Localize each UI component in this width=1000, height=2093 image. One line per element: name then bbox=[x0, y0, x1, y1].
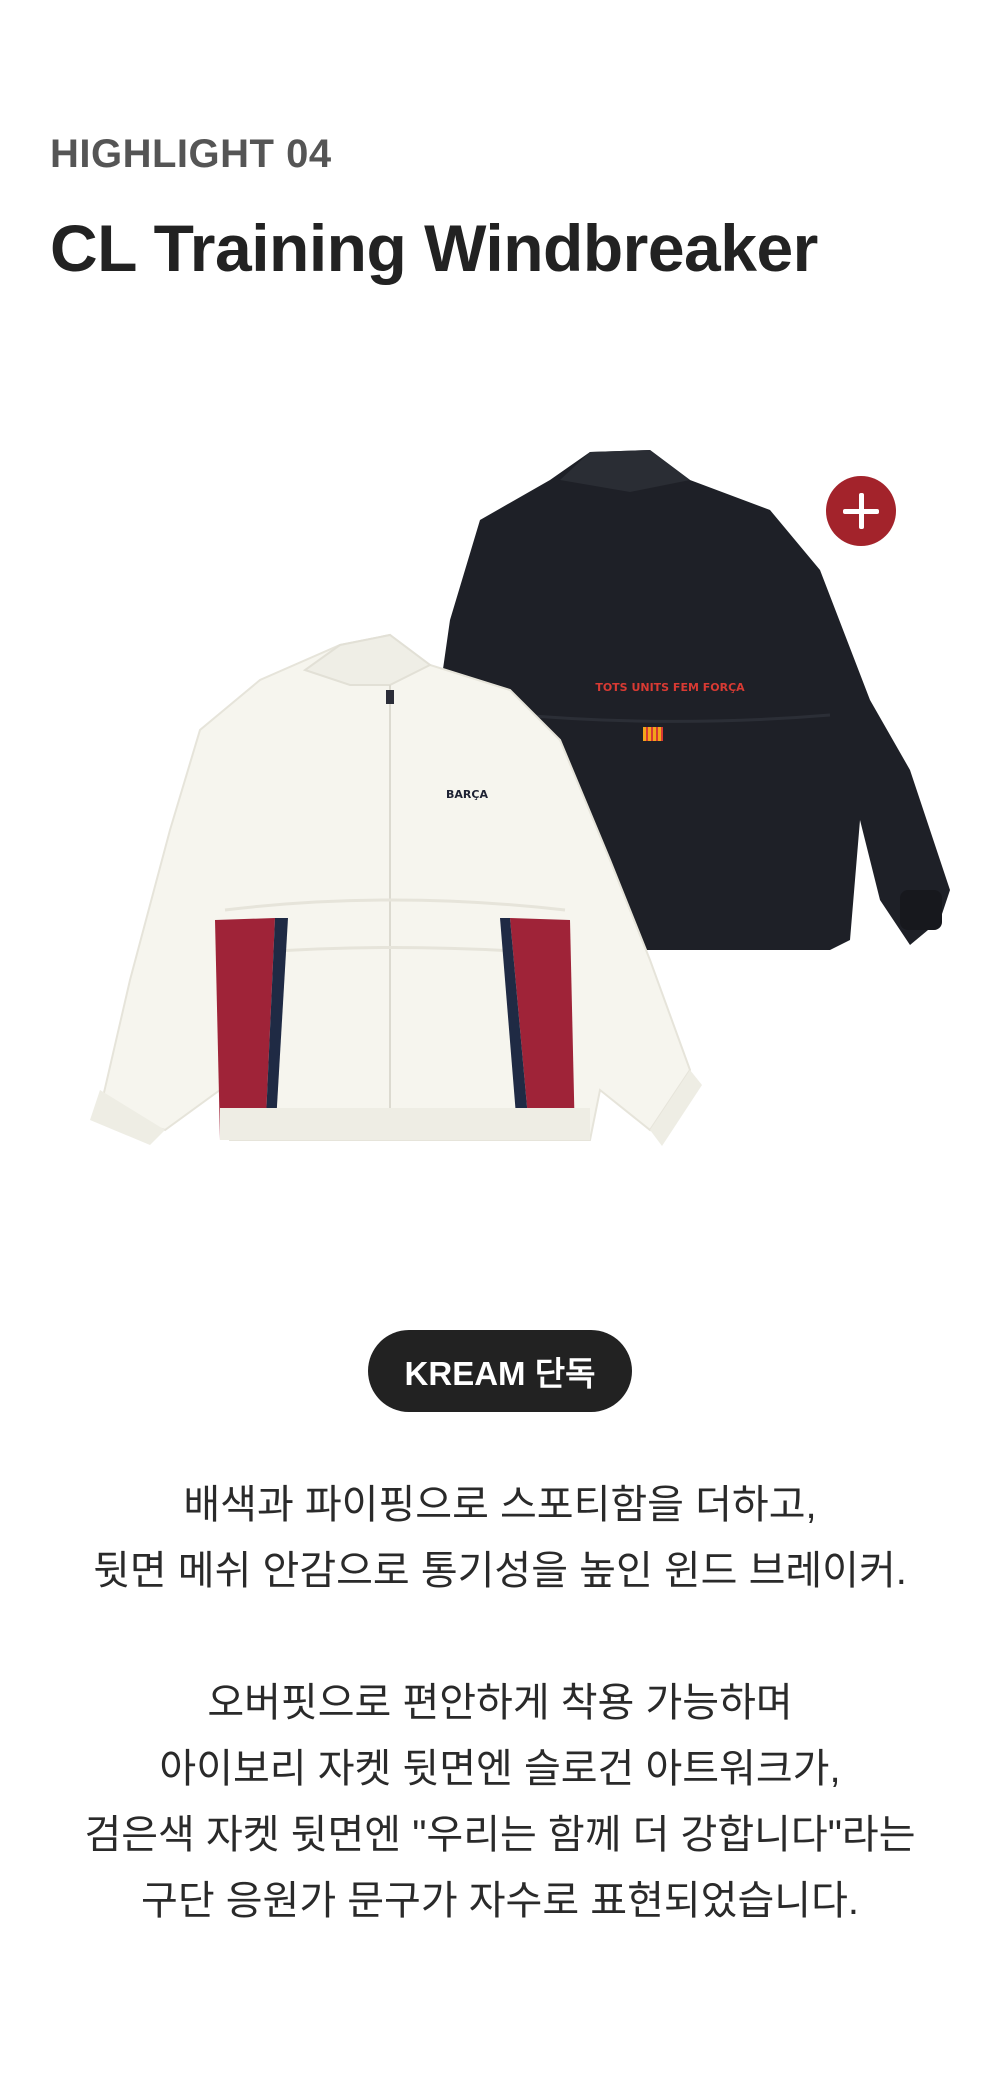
plus-icon[interactable] bbox=[826, 476, 896, 546]
description-line: 아이보리 자켓 뒷면엔 슬로건 아트워크가, bbox=[159, 1747, 841, 1791]
back-slogan-text: TOTS UNITS FEM FORÇA bbox=[595, 681, 745, 694]
product-title: CL Training Windbreaker bbox=[50, 211, 818, 285]
description-line: 구단 응원가 문구가 자수로 표현되었습니다. bbox=[141, 1879, 859, 1923]
description-line: 뒷면 메쉬 안감으로 통기성을 높인 윈드 브레이커. bbox=[93, 1549, 907, 1593]
front-logo-text: BARÇA bbox=[446, 788, 488, 801]
description-line: 배색과 파이핑으로 스포티함을 더하고, bbox=[183, 1483, 817, 1527]
product-description: 배색과 파이핑으로 스포티함을 더하고, 뒷면 메쉬 안감으로 통기성을 높인 … bbox=[40, 1472, 960, 1934]
flag-stripes bbox=[643, 727, 663, 741]
description-line: 오버핏으로 편안하게 착용 가능하며 bbox=[207, 1681, 793, 1725]
description-line: 검은색 자켓 뒷면엔 "우리는 함께 더 강합니다"라는 bbox=[84, 1813, 916, 1857]
highlight-label: HIGHLIGHT 04 bbox=[50, 132, 332, 176]
exclusive-badge: KREAM 단독 bbox=[368, 1330, 632, 1412]
product-image: TOTS UNITS FEM FORÇA BARÇA bbox=[90, 440, 960, 1160]
